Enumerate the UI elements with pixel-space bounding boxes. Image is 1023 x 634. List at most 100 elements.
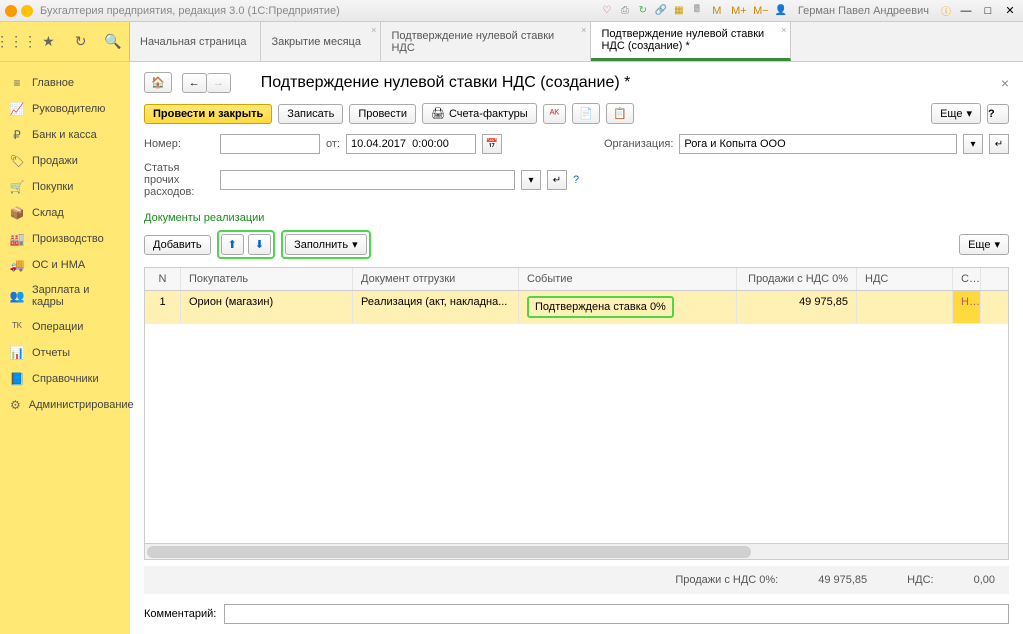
totals-bar: Продажи с НДС 0%: 49 975,85 НДС: 0,00 xyxy=(144,566,1009,594)
col-nds[interactable]: НДС xyxy=(857,268,953,290)
col-n[interactable]: N xyxy=(145,268,181,290)
cell-doc: Реализация (акт, накладна... xyxy=(353,291,519,323)
org-open-button[interactable]: ↵ xyxy=(989,134,1009,154)
back-button[interactable]: ← xyxy=(182,73,207,93)
cell-nds xyxy=(857,291,953,323)
more-button[interactable]: Еще ▾ xyxy=(931,103,981,124)
cell-s: Н... xyxy=(953,291,981,323)
list-button[interactable]: 📋 xyxy=(606,103,634,124)
report-icon: 📊 xyxy=(10,346,24,360)
button-label: Еще xyxy=(968,239,990,251)
horizontal-scrollbar[interactable] xyxy=(145,543,1008,559)
tab-close-month[interactable]: Закрытие месяца× xyxy=(261,22,381,61)
info-icon[interactable]: ⓘ xyxy=(939,4,953,18)
sidebar-item-ops[interactable]: ᵀᴷОперации xyxy=(0,314,130,340)
save-button[interactable]: Записать xyxy=(278,104,343,124)
print-icon[interactable]: ⎙ xyxy=(618,4,632,18)
refresh-icon[interactable]: ↻ xyxy=(636,4,650,18)
sidebar-item-assets[interactable]: 🚚ОС и НМА xyxy=(0,252,130,278)
chevron-down-icon: ▾ xyxy=(352,238,358,251)
app-icon-2 xyxy=(20,4,34,18)
invoices-button[interactable]: 🖨Счета-фактуры xyxy=(422,103,537,124)
sidebar-item-references[interactable]: 📘Справочники xyxy=(0,366,130,392)
col-sales[interactable]: Продажи с НДС 0% xyxy=(737,268,857,290)
close-window-button[interactable]: ✕ xyxy=(1001,3,1019,19)
move-up-button[interactable]: ⬆ xyxy=(221,234,244,255)
sidebar-item-stock[interactable]: 📦 Склад xyxy=(0,200,130,226)
calc-icon[interactable]: 🖩 xyxy=(690,4,704,18)
tab-label: Подтверждение нулевой ставки НДС xyxy=(391,30,576,54)
sidebar-item-manager[interactable]: 📈Руководителю xyxy=(0,96,130,122)
sidebar-item-hr[interactable]: 👥Зарплата и кадры xyxy=(0,278,130,314)
sidebar-item-label: ОС и НМА xyxy=(32,259,85,271)
comment-input[interactable] xyxy=(224,604,1009,624)
close-icon[interactable]: × xyxy=(371,25,376,35)
sidebar-item-admin[interactable]: ⚙Администрирование xyxy=(0,392,130,418)
maximize-button[interactable]: □ xyxy=(979,3,997,19)
cell-n: 1 xyxy=(145,291,181,323)
col-doc[interactable]: Документ отгрузки xyxy=(353,268,519,290)
sidebar-item-main[interactable]: ≡Главное xyxy=(0,70,130,96)
fill-button[interactable]: Заполнить ▾ xyxy=(285,234,367,255)
sidebar-item-sales[interactable]: 🏷Продажи xyxy=(0,148,130,174)
history-icon[interactable]: ↻ xyxy=(71,32,91,52)
col-s[interactable]: С... xyxy=(953,268,981,290)
close-icon[interactable]: × xyxy=(581,25,586,35)
apps-icon[interactable]: ⋮⋮⋮ xyxy=(6,32,26,52)
expense-input[interactable] xyxy=(220,170,515,190)
sidebar-item-label: Склад xyxy=(32,207,64,219)
close-page-button[interactable]: × xyxy=(1001,75,1009,91)
main-toolbar: Провести и закрыть Записать Провести 🖨Сч… xyxy=(144,103,1009,124)
tab-start[interactable]: Начальная страница xyxy=(130,22,261,61)
sidebar-item-reports[interactable]: 📊Отчеты xyxy=(0,340,130,366)
m-minus-button[interactable]: M− xyxy=(752,3,770,19)
help-link[interactable]: ? xyxy=(573,174,579,186)
post-button[interactable]: Провести xyxy=(349,104,416,124)
nds-total-value: 0,00 xyxy=(974,574,995,586)
more-button-2[interactable]: Еще ▾ xyxy=(959,234,1009,255)
close-icon[interactable]: × xyxy=(781,25,786,35)
expense-dropdown-button[interactable]: ▾ xyxy=(521,170,541,190)
org-input[interactable] xyxy=(679,134,957,154)
app-icon xyxy=(4,4,18,18)
number-input[interactable] xyxy=(220,134,320,154)
add-button[interactable]: Добавить xyxy=(144,235,211,255)
sidebar-item-bank[interactable]: ₽Банк и касса xyxy=(0,122,130,148)
expense-label: Статья прочих расходов: xyxy=(144,162,214,198)
grid-icon[interactable]: ▦ xyxy=(672,4,686,18)
col-event[interactable]: Событие xyxy=(519,268,737,290)
move-down-button[interactable]: ⬇ xyxy=(248,234,271,255)
people-icon: 👥 xyxy=(10,289,24,303)
org-dropdown-button[interactable]: ▾ xyxy=(963,134,983,154)
event-value: Подтверждена ставка 0% xyxy=(527,296,674,318)
home-button[interactable]: 🏠 xyxy=(144,72,172,93)
box-icon: 📦 xyxy=(10,206,24,220)
chevron-down-icon: ▾ xyxy=(966,107,972,120)
table-row[interactable]: 1 Орион (магазин) Реализация (акт, накла… xyxy=(145,291,1008,324)
cell-sales: 49 975,85 xyxy=(737,291,857,323)
expense-open-button[interactable]: ↵ xyxy=(547,170,567,190)
help-button[interactable]: ? xyxy=(987,104,1009,124)
cell-event: Подтверждена ставка 0% xyxy=(519,291,737,323)
from-label: от: xyxy=(326,138,340,150)
star-icon[interactable]: ★ xyxy=(38,32,58,52)
link-icon[interactable]: 🔗 xyxy=(654,4,668,18)
heart-icon[interactable]: ♡ xyxy=(600,4,614,18)
m-button[interactable]: M xyxy=(708,3,726,19)
tab-confirm-vat[interactable]: Подтверждение нулевой ставки НДС × xyxy=(381,22,591,61)
sidebar-item-purchases[interactable]: 🛒Покупки xyxy=(0,174,130,200)
tab-confirm-vat-create[interactable]: Подтверждение нулевой ставки НДС (создан… xyxy=(591,22,791,61)
col-buyer[interactable]: Покупатель xyxy=(181,268,353,290)
sidebar-item-production[interactable]: 🏭Производство xyxy=(0,226,130,252)
m-plus-button[interactable]: M+ xyxy=(730,3,748,19)
calendar-button[interactable]: 📅 xyxy=(482,134,502,154)
nds-total-label: НДС: xyxy=(907,574,933,586)
doc-button[interactable]: 📄 xyxy=(572,103,600,124)
date-input[interactable] xyxy=(346,134,476,154)
forward-button[interactable]: → xyxy=(207,73,231,93)
sidebar-item-label: Производство xyxy=(32,233,104,245)
dk-button[interactable]: ᴬᴷ xyxy=(543,104,567,124)
post-close-button[interactable]: Провести и закрыть xyxy=(144,104,272,124)
search-icon[interactable]: 🔍 xyxy=(103,32,123,52)
minimize-button[interactable]: — xyxy=(957,3,975,19)
